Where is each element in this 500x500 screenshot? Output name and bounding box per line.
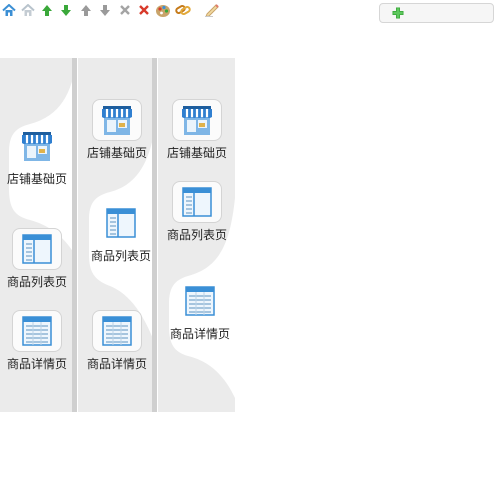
page-item-shop-base[interactable]: 店铺基础页	[160, 99, 234, 161]
shop-icon	[92, 99, 142, 141]
arrow-up-gray-icon[interactable]	[78, 2, 94, 18]
page-item-label: 商品详情页	[169, 327, 230, 341]
page-item-product-list[interactable]: 商品列表页	[84, 202, 157, 264]
page-item-product-detail[interactable]: 商品详情页	[80, 310, 154, 372]
plus-icon	[392, 7, 404, 22]
detail-page-icon	[175, 280, 225, 322]
page-column-3: 店铺基础页 商品列表页 商品详情页	[158, 58, 235, 412]
page-column-1: 店铺基础页 商品列表页 商品详情页	[0, 58, 77, 412]
detail-page-icon	[92, 310, 142, 352]
add-button[interactable]	[379, 3, 494, 23]
page-item-product-list[interactable]: 商品列表页	[160, 181, 234, 243]
arrow-up-green-icon[interactable]	[39, 2, 55, 18]
page-item-label: 店铺基础页	[6, 172, 67, 186]
toolbar	[0, 0, 230, 24]
shop-icon	[172, 99, 222, 141]
page-item-label: 商品列表页	[166, 228, 227, 242]
page-column-2: 店铺基础页 商品列表页 商品详情页	[78, 58, 157, 412]
list-page-icon	[172, 181, 222, 223]
list-page-icon	[12, 228, 62, 270]
page-item-label: 商品详情页	[6, 357, 67, 371]
page-item-label: 商品列表页	[90, 249, 151, 263]
edit-icon[interactable]	[204, 2, 220, 18]
page-item-product-detail[interactable]: 商品详情页	[163, 280, 235, 342]
list-page-icon	[96, 202, 146, 244]
arrow-down-green-icon[interactable]	[58, 2, 74, 18]
page-item-label: 商品列表页	[6, 275, 67, 289]
palette-icon[interactable]	[155, 2, 171, 18]
page-item-label: 店铺基础页	[86, 146, 147, 160]
shop-icon	[12, 125, 62, 167]
arrow-down-gray-icon[interactable]	[97, 2, 113, 18]
page-item-product-detail[interactable]: 商品详情页	[0, 310, 74, 372]
page-item-shop-base[interactable]: 店铺基础页	[0, 125, 74, 187]
home-disabled-icon[interactable]	[20, 2, 36, 18]
delete-red-icon[interactable]	[136, 2, 152, 18]
page-item-product-list[interactable]: 商品列表页	[0, 228, 74, 290]
page-item-label: 商品详情页	[86, 357, 147, 371]
page-item-label: 店铺基础页	[166, 146, 227, 160]
home-icon[interactable]	[1, 2, 17, 18]
delete-gray-icon[interactable]	[117, 2, 133, 18]
page-item-shop-base[interactable]: 店铺基础页	[80, 99, 154, 161]
detail-page-icon	[12, 310, 62, 352]
link-icon[interactable]	[175, 2, 191, 18]
